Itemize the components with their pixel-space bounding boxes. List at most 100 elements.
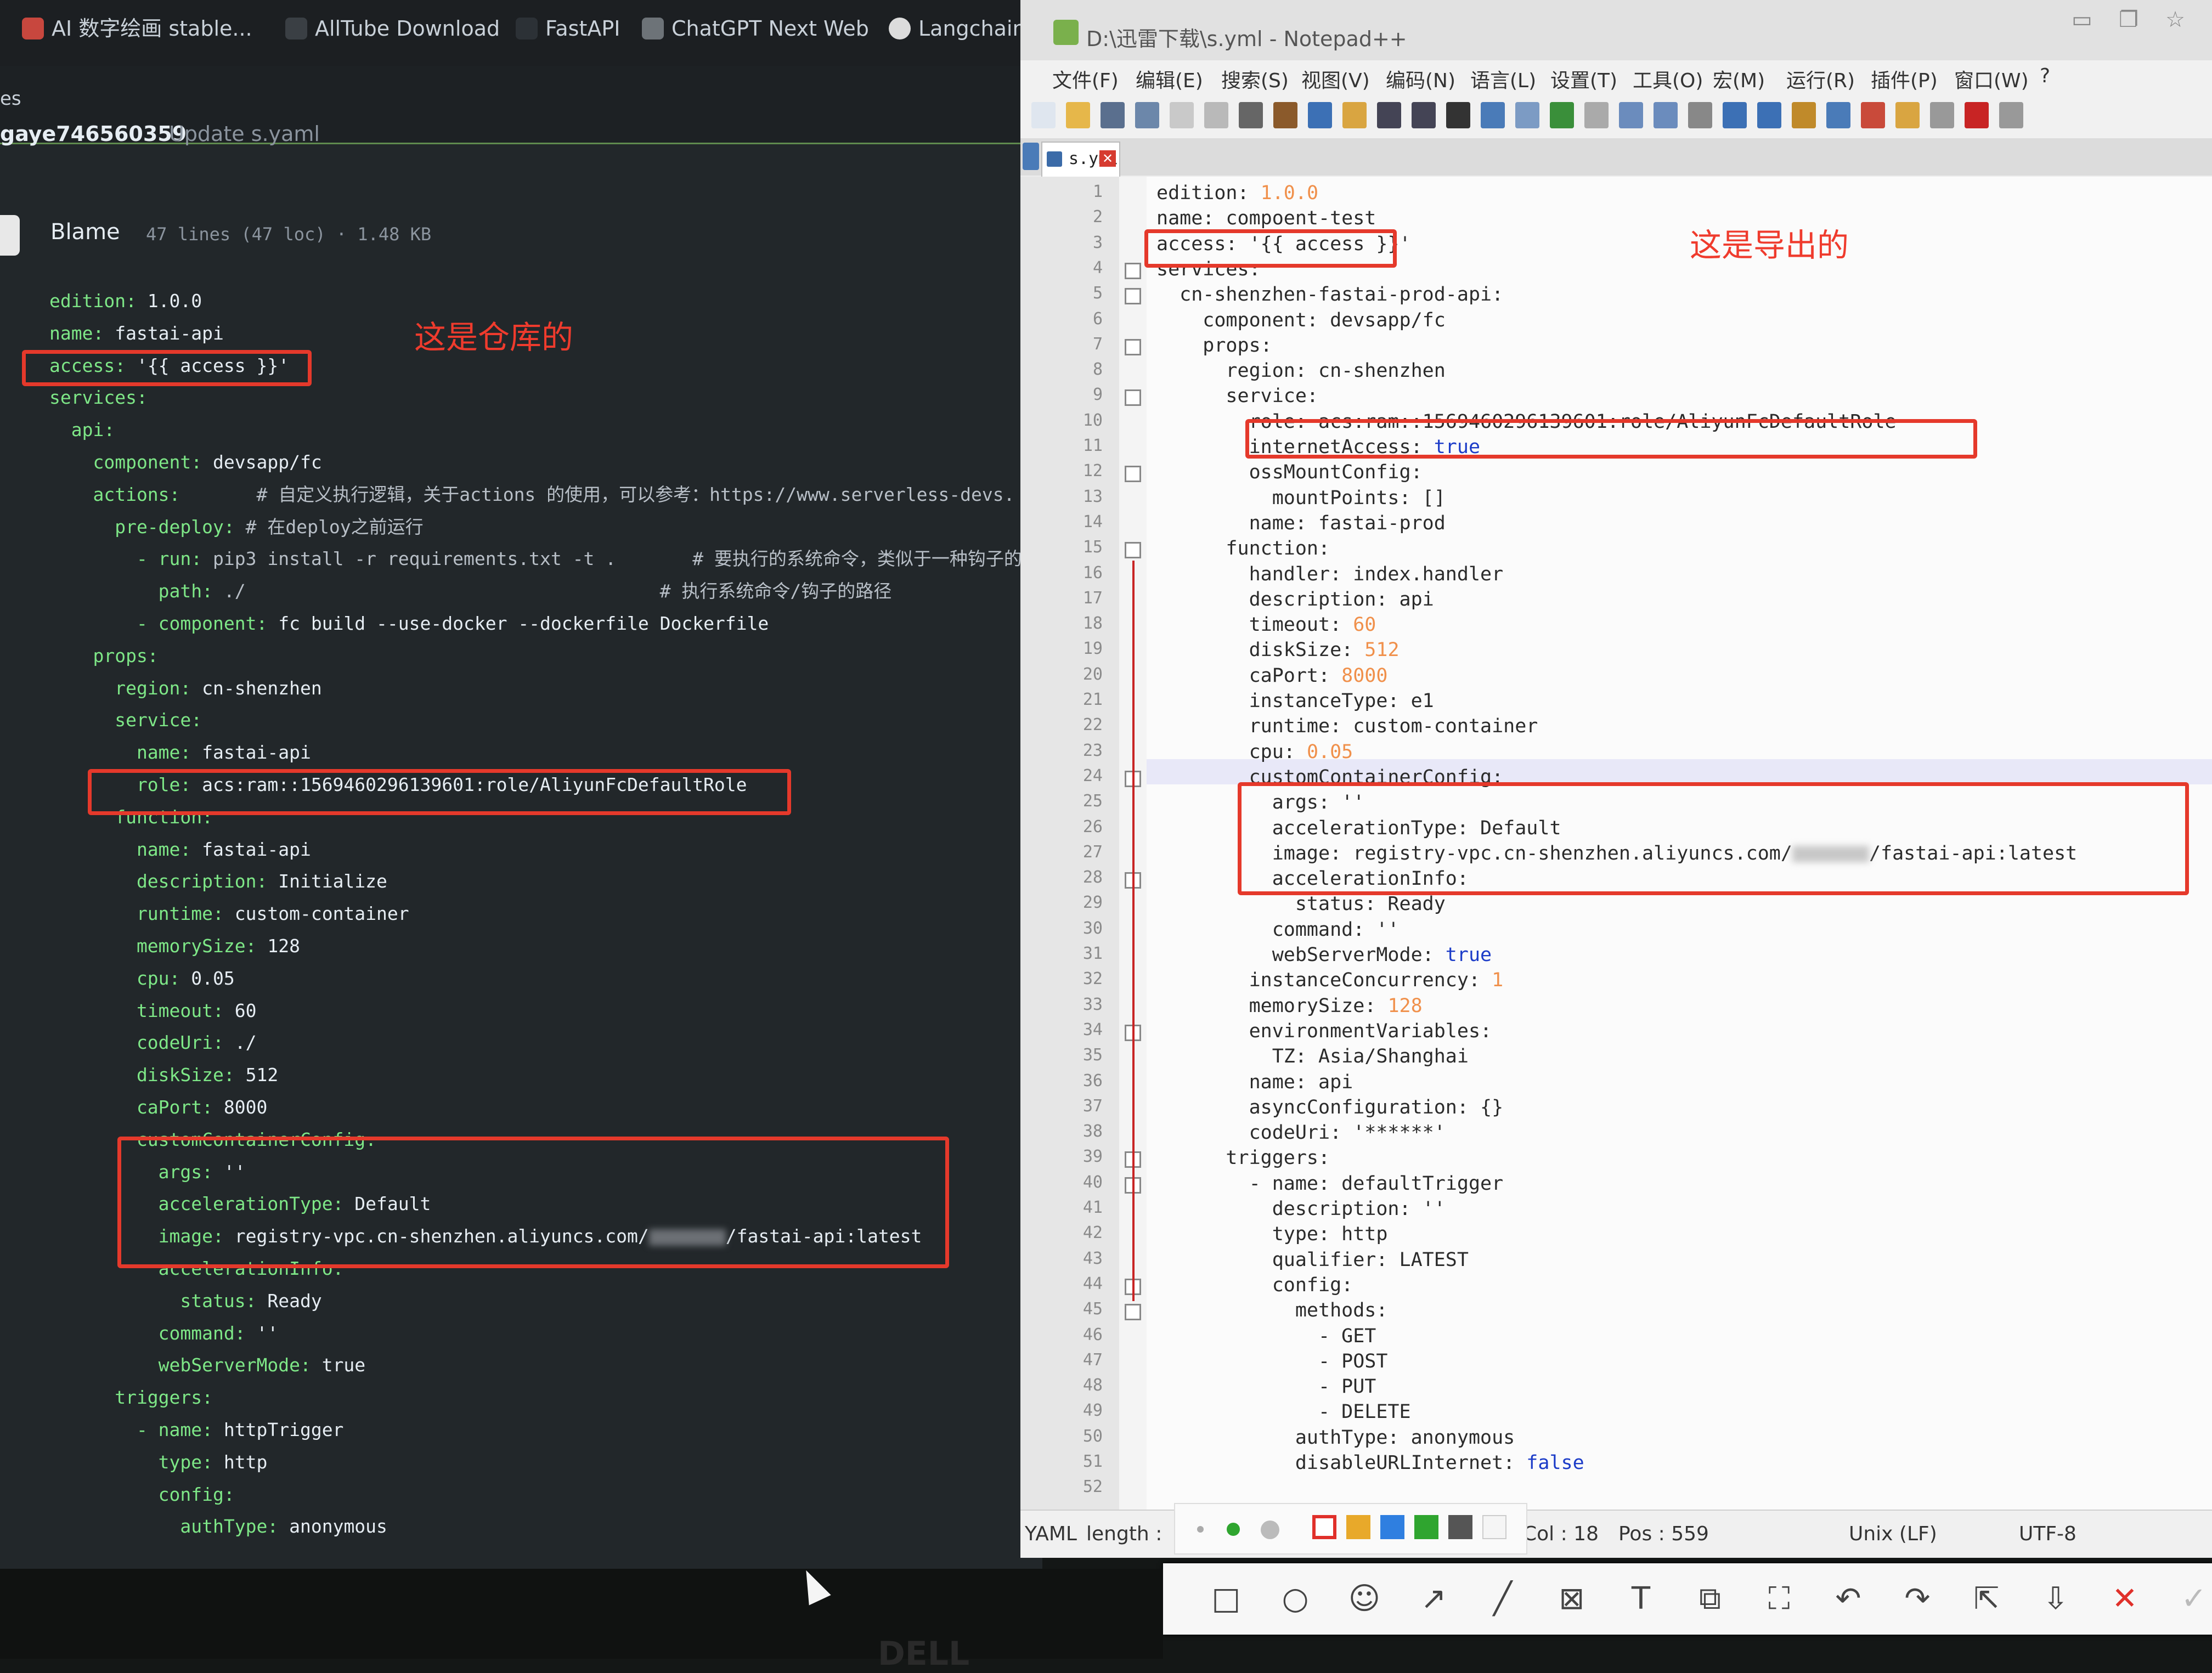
line-number: 40 [1082,1172,1103,1192]
toolbar-button-icon[interactable] [1170,102,1194,128]
menu-item[interactable]: 编码(N) [1386,65,1455,93]
toolbar-button-icon[interactable] [1446,102,1470,128]
line-number: 14 [1082,512,1103,532]
fold-toggle-icon[interactable] [1125,288,1141,305]
toolbar-button-icon[interactable] [1066,102,1090,128]
restore-icon[interactable]: ❐ [2109,4,2148,35]
toolbar-button-icon[interactable] [1895,102,1920,128]
text-icon[interactable]: T [1622,1580,1660,1618]
fold-toggle-icon[interactable] [1125,1304,1141,1321]
confirm-icon[interactable]: ✓ [2175,1580,2212,1618]
line-number: 6 [1092,309,1103,329]
pin-icon[interactable]: ⧉ [1691,1580,1729,1618]
menu-item[interactable]: 语言(L) [1470,65,1536,93]
tab-list-icon[interactable] [1023,143,1039,170]
fold-toggle-icon[interactable] [1125,542,1141,559]
toolbar-button-icon[interactable] [1550,102,1574,128]
menu-item[interactable]: ? [2040,65,2050,87]
toolbar-button-icon[interactable] [1135,102,1159,128]
fold-toggle-icon[interactable] [1125,338,1141,355]
yaml-text: service: [1156,385,1319,408]
menu-item[interactable]: 视图(V) [1301,65,1370,93]
fold-toggle-icon[interactable] [1125,466,1141,483]
toolbar-button-icon[interactable] [1101,102,1125,128]
toolbar-button-icon[interactable] [1308,102,1332,128]
pen-icon[interactable]: ╱ [1483,1580,1522,1618]
mosaic-icon[interactable]: ⊠ [1553,1580,1591,1618]
fold-toggle-icon[interactable] [1125,389,1141,406]
toolbar-button-icon[interactable] [1688,102,1712,128]
toolbar-button-icon[interactable] [1273,102,1297,128]
ellipse-icon[interactable]: ○ [1276,1580,1314,1618]
toolbar-button-icon[interactable] [1826,102,1850,128]
menu-item[interactable]: 窗口(W) [1954,65,2029,93]
code-line: diskSize: 512 [49,1059,278,1091]
toolbar-button-icon[interactable] [1792,102,1816,128]
menu-item[interactable]: 宏(M) [1713,65,1765,93]
redo-icon[interactable]: ↷ [1898,1580,1937,1618]
color-swatch[interactable] [1448,1515,1472,1539]
menu-item[interactable]: 工具(O) [1633,65,1703,93]
tab-blame[interactable]: Blame [50,219,120,245]
menu-item[interactable]: 文件(F) [1052,65,1119,93]
code-line: triggers: [1156,1147,1330,1169]
repo-name[interactable]: es [0,88,21,110]
size-medium-dot[interactable] [1227,1523,1240,1536]
toolbar-button-icon[interactable] [1204,102,1228,128]
menu-item[interactable]: 搜索(S) [1221,65,1289,93]
toolbar-button-icon[interactable] [1965,102,1989,128]
tab-code[interactable] [0,215,20,256]
menu-item[interactable]: 设置(T) [1550,65,1617,93]
menu-item[interactable]: 运行(R) [1786,65,1855,93]
toolbar-button-icon[interactable] [1757,102,1781,128]
bookmark-fastapi[interactable]: FastAPI [516,12,620,45]
yaml-key: component: [49,451,202,473]
color-swatch[interactable] [1414,1515,1438,1539]
color-swatch[interactable] [1482,1515,1506,1539]
toolbar-button-icon[interactable] [1930,102,1954,128]
bookmark-ai-painting[interactable]: AI 数字绘画 stable... [22,12,252,45]
minimize-icon[interactable]: ▭ [2063,4,2101,35]
size-large-dot[interactable] [1261,1521,1279,1539]
commit-message[interactable]: Update s.yaml [169,122,320,146]
toolbar-button-icon[interactable] [1031,102,1056,128]
toolbar [1020,94,2212,139]
menu-item[interactable]: 插件(P) [1871,65,1938,93]
toolbar-button-icon[interactable] [1412,102,1436,128]
bookmark-langchain[interactable]: Langchain w [889,12,1042,45]
tab-s-yml[interactable]: s.yml ✕ [1041,142,1120,177]
cancel-icon[interactable]: ✕ [2106,1580,2144,1618]
download-icon[interactable]: ⇩ [2036,1580,2075,1618]
bookmark-alltube[interactable]: AllTube Download [285,12,500,45]
toolbar-button-icon[interactable] [1584,102,1609,128]
toolbar-button-icon[interactable] [1377,102,1401,128]
status-length: length : [1086,1523,1163,1545]
line-number: 52 [1082,1477,1103,1497]
toolbar-button-icon[interactable] [1723,102,1747,128]
toolbar-button-icon[interactable] [1239,102,1263,128]
commit-author[interactable]: gaye746560359 [0,122,187,146]
toolbar-button-icon[interactable] [1342,102,1367,128]
share-icon[interactable]: ⇱ [1967,1580,2006,1618]
color-swatch[interactable] [1380,1515,1404,1539]
close-tab-icon[interactable]: ✕ [1099,150,1116,167]
bookmark-chatgpt-next-web[interactable]: ChatGPT Next Web [642,12,869,45]
size-small-dot[interactable] [1197,1526,1204,1533]
toolbar-button-icon[interactable] [1481,102,1505,128]
toolbar-button-icon[interactable] [1654,102,1678,128]
toolbar-button-icon[interactable] [1999,102,2023,128]
ocr-icon[interactable]: ⛶ [1760,1580,1798,1618]
toolbar-button-icon[interactable] [1515,102,1539,128]
arrow-icon[interactable]: ↗ [1414,1580,1453,1618]
star-icon[interactable]: ☆ [2156,4,2194,35]
emoji-icon[interactable]: ☺ [1345,1580,1384,1618]
menu-item[interactable]: 编辑(E) [1136,65,1203,93]
fold-toggle-icon[interactable] [1125,262,1141,279]
toolbar-button-icon[interactable] [1861,102,1885,128]
code-line: api: [49,414,115,446]
toolbar-button-icon[interactable] [1619,102,1643,128]
color-swatch[interactable] [1346,1515,1370,1539]
undo-icon[interactable]: ↶ [1829,1580,1867,1618]
rectangle-icon[interactable]: □ [1207,1580,1245,1618]
color-swatch[interactable] [1312,1515,1336,1539]
